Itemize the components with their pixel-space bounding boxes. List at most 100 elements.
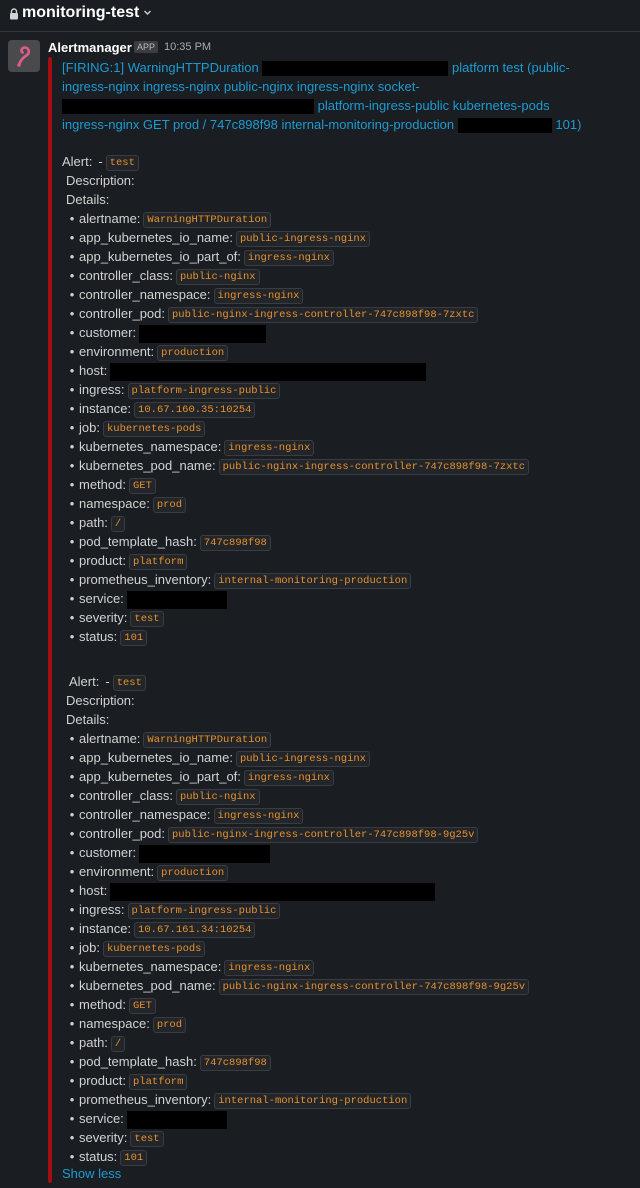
detail-item: • controller_pod: public-nginx-ingress-con… [69, 304, 479, 323]
detail-key: kubernetes_pod_name: [79, 978, 216, 993]
detail-key: path: [79, 515, 108, 530]
detail-value: test [130, 1131, 164, 1147]
detail-key: controller_namespace: [79, 287, 211, 302]
detail-key: controller_pod: [79, 826, 165, 841]
detail-value: 747c898f98 [199, 535, 271, 551]
bullet: • [69, 629, 75, 644]
alert-row: Alert: - test [69, 672, 146, 691]
detail-item: • controller_namespace: ingress-nginx [69, 285, 304, 304]
show-less-link[interactable]: Show less [62, 1166, 121, 1181]
redacted-block [110, 882, 436, 901]
description-label: Description: [66, 693, 135, 708]
bullet: • [69, 902, 75, 917]
detail-key: pod_template_hash: [79, 1054, 197, 1069]
detail-value: production [157, 865, 229, 881]
bullet: • [69, 1111, 75, 1126]
detail-key: job: [79, 420, 100, 435]
details-label: Details: [66, 192, 110, 207]
bullet: • [69, 268, 75, 283]
detail-item: • severity: test [69, 1128, 164, 1147]
bullet: • [69, 591, 75, 606]
detail-item: • job: kubernetes-pods [69, 418, 206, 437]
detail-value: ingress-nginx [243, 770, 334, 786]
detail-value: GET [128, 998, 156, 1014]
detail-item: • kubernetes_pod_name: public-nginx-ingres… [69, 456, 530, 475]
detail-value: prod [152, 1017, 187, 1033]
alert-row: Alert: - test [62, 152, 139, 171]
title-text: 101) [555, 117, 582, 132]
detail-key: instance: [79, 921, 132, 936]
detail-value: public-nginx-ingress-controller-747c898f… [218, 979, 530, 995]
detail-value: ingress-nginx [224, 960, 315, 976]
bullet: • [69, 344, 75, 359]
detail-key: method: [79, 477, 126, 492]
chevron-down-icon[interactable] [143, 8, 152, 17]
title-text: [FIRING:1] WarningHTTPDuration [62, 60, 259, 75]
bullet: • [69, 420, 75, 435]
detail-key: app_kubernetes_io_part_of: [79, 249, 241, 264]
bullet: • [69, 940, 75, 955]
bullet: • [69, 845, 75, 860]
detail-value: public-nginx [175, 269, 260, 285]
detail-key: host: [79, 883, 108, 898]
detail-key: alertname: [79, 211, 141, 226]
bullet: • [69, 306, 75, 321]
alert-title-link[interactable]: [FIRING:1] WarningHTTPDuration platform … [62, 58, 582, 134]
detail-item: • controller_class: public-nginx [69, 786, 260, 805]
redacted-block [262, 61, 449, 77]
detail-key: service: [79, 591, 124, 606]
bullet: • [69, 959, 75, 974]
detail-item: • path: / [69, 513, 126, 532]
detail-value: platform-ingress-public [127, 383, 281, 399]
title-text: platform-ingress-public kubernetes-pods [317, 98, 550, 113]
bullet: • [69, 249, 75, 264]
channel-header: monitoring-test [0, 0, 640, 32]
redacted-block [126, 590, 227, 609]
attachment-color-bar [48, 57, 52, 1183]
detail-value: test [130, 611, 164, 627]
detail-value: internal-monitoring-production [214, 573, 412, 589]
bullet: • [69, 1035, 75, 1050]
detail-item: • method: GET [69, 475, 156, 494]
detail-value: kubernetes-pods [102, 421, 206, 437]
detail-value: ingress-nginx [213, 808, 304, 824]
detail-key: namespace: [79, 496, 150, 511]
detail-value: / [110, 1036, 126, 1052]
detail-item: • kubernetes_pod_name: public-nginx-ingres… [69, 976, 530, 995]
detail-key: ingress: [79, 382, 125, 397]
alert-value: test [105, 155, 139, 171]
bullet: • [69, 826, 75, 841]
detail-key: method: [79, 997, 126, 1012]
alert-dash: - [105, 674, 110, 689]
detail-item: • product: platform [69, 1071, 188, 1090]
detail-key: prometheus_inventory: [79, 572, 212, 587]
detail-item: • pod_template_hash: 747c898f98 [69, 532, 271, 551]
detail-value: prod [152, 497, 187, 513]
detail-item: • app_kubernetes_io_name: public-ingress-n… [69, 748, 370, 767]
redacted-block [139, 844, 271, 863]
detail-item: • instance: 10.67.161.34:10254 [69, 919, 256, 938]
detail-item: • path: / [69, 1033, 126, 1052]
detail-key: controller_namespace: [79, 807, 211, 822]
detail-item: • environment: production [69, 342, 229, 361]
detail-key: environment: [79, 864, 155, 879]
detail-value: WarningHTTPDuration [143, 212, 272, 228]
alert-label: Alert: [62, 154, 93, 169]
bullet: • [69, 572, 75, 587]
bullet: • [69, 978, 75, 993]
timestamp[interactable]: 10:35 PM [164, 41, 211, 53]
bullet: • [69, 1149, 75, 1164]
bullet: • [69, 769, 75, 784]
detail-item: • pod_template_hash: 747c898f98 [69, 1052, 271, 1071]
channel-name[interactable]: monitoring-test [22, 4, 139, 22]
prometheus-logo-icon [17, 46, 31, 67]
bullet: • [69, 477, 75, 492]
detail-key: kubernetes_pod_name: [79, 458, 216, 473]
avatar[interactable] [8, 40, 40, 72]
detail-key: ingress: [79, 902, 125, 917]
sender-name[interactable]: Alertmanager [48, 40, 132, 55]
bullet: • [69, 921, 75, 936]
detail-key: prometheus_inventory: [79, 1092, 212, 1107]
detail-item: • app_kubernetes_io_part_of: ingress-nginx [69, 247, 334, 266]
detail-value: public-nginx-ingress-controller-747c898f… [218, 459, 530, 475]
